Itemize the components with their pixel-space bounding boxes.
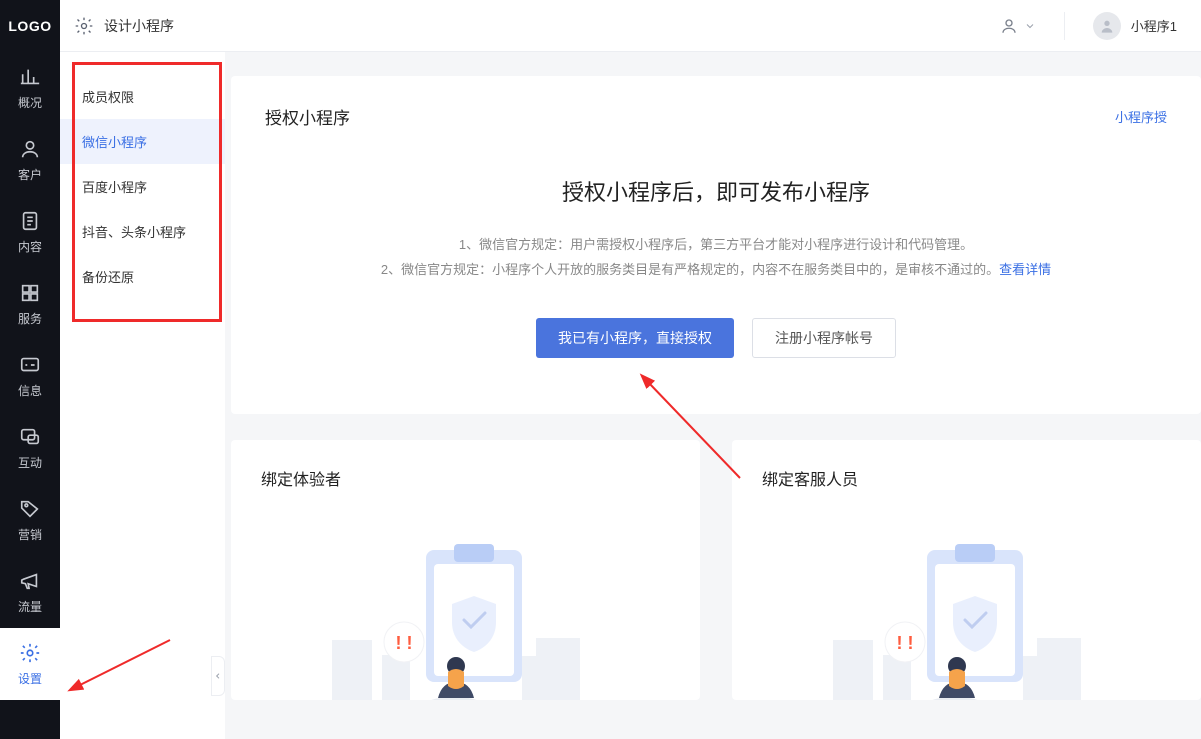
design-link[interactable]: 设计小程序 xyxy=(104,16,174,36)
rail-item-interact[interactable]: 互动 xyxy=(0,412,60,484)
submenu-item-baidu[interactable]: 百度小程序 xyxy=(60,164,225,209)
avatar xyxy=(1093,12,1121,40)
tag-icon xyxy=(19,498,41,520)
rail-item-traffic[interactable]: 流量 xyxy=(0,556,60,628)
rail-label: 信息 xyxy=(18,382,42,399)
rail-label: 概况 xyxy=(18,94,42,111)
bind-support-title: 绑定客服人员 xyxy=(762,466,1171,490)
rail-label: 设置 xyxy=(18,670,42,687)
rail-label: 客户 xyxy=(18,166,42,183)
rule-line-2: 2、微信官方规定：小程序个人开放的服务类目是有严格规定的，内容不在服务类目中的，… xyxy=(265,258,1167,283)
rail-label: 营销 xyxy=(18,526,42,543)
submenu-item-backup[interactable]: 备份还原 xyxy=(60,254,225,299)
person-icon xyxy=(1000,17,1018,35)
page-title: 授权小程序 xyxy=(265,104,350,129)
rail-label: 流量 xyxy=(18,598,42,615)
illustration: ! ! xyxy=(231,520,700,700)
rail-item-marketing[interactable]: 营销 xyxy=(0,484,60,556)
rule-line-1: 1、微信官方规定：用户需授权小程序后，第三方平台才能对小程序进行设计和代码管理。 xyxy=(265,233,1167,258)
main-area: 授权小程序 小程序授 授权小程序后，即可发布小程序 1、微信官方规定：用户需授权… xyxy=(225,52,1201,739)
chart-icon xyxy=(19,66,41,88)
app-gear-icon xyxy=(74,16,94,36)
gear-icon xyxy=(19,642,41,664)
hero-title: 授权小程序后，即可发布小程序 xyxy=(265,175,1167,207)
rules-text: 1、微信官方规定：用户需授权小程序后，第三方平台才能对小程序进行设计和代码管理。… xyxy=(265,233,1167,282)
settings-submenu: 成员权限 微信小程序 百度小程序 抖音、头条小程序 备份还原 xyxy=(60,52,225,739)
collapse-sidebar-button[interactable] xyxy=(211,656,225,696)
interact-icon xyxy=(19,426,41,448)
chevron-left-icon xyxy=(214,671,222,681)
avatar-icon xyxy=(1099,18,1115,34)
rail-item-overview[interactable]: 概况 xyxy=(0,52,60,124)
user-dropdown[interactable] xyxy=(1000,17,1036,35)
left-rail: LOGO 概况 客户 内容 服务 信息 互动 营销 流量 设置 xyxy=(0,0,60,739)
submenu-item-wechat[interactable]: 微信小程序 xyxy=(60,119,225,164)
bind-support-card: 绑定客服人员 ! ! xyxy=(732,440,1201,700)
chevron-down-icon xyxy=(1024,20,1036,32)
bind-tester-title: 绑定体验者 xyxy=(261,466,670,490)
rail-item-customer[interactable]: 客户 xyxy=(0,124,60,196)
user-icon xyxy=(19,138,41,160)
svg-text:! !: ! ! xyxy=(395,633,412,653)
svg-text:! !: ! ! xyxy=(896,633,913,653)
rail-label: 内容 xyxy=(18,238,42,255)
current-user[interactable]: 小程序1 xyxy=(1093,12,1177,40)
authorize-card: 授权小程序 小程序授 授权小程序后，即可发布小程序 1、微信官方规定：用户需授权… xyxy=(231,76,1201,414)
grid-icon xyxy=(19,282,41,304)
register-button[interactable]: 注册小程序帐号 xyxy=(752,318,896,358)
document-icon xyxy=(19,210,41,232)
submenu-item-douyin[interactable]: 抖音、头条小程序 xyxy=(60,209,225,254)
user-name: 小程序1 xyxy=(1131,16,1177,35)
megaphone-icon xyxy=(19,570,41,592)
topbar: 设计小程序 小程序1 xyxy=(60,0,1201,52)
rail-item-content[interactable]: 内容 xyxy=(0,196,60,268)
divider xyxy=(1064,12,1065,40)
rail-item-settings[interactable]: 设置 xyxy=(0,628,60,700)
illustration: ! ! xyxy=(732,520,1201,700)
rail-item-service[interactable]: 服务 xyxy=(0,268,60,340)
submenu-item-permissions[interactable]: 成员权限 xyxy=(60,74,225,119)
message-icon xyxy=(19,354,41,376)
view-details-link[interactable]: 查看详情 xyxy=(999,262,1051,277)
rail-label: 互动 xyxy=(18,454,42,471)
logo: LOGO xyxy=(0,0,60,52)
right-link[interactable]: 小程序授 xyxy=(1115,107,1167,126)
authorize-button[interactable]: 我已有小程序，直接授权 xyxy=(536,318,734,358)
bind-tester-card: 绑定体验者 ! ! xyxy=(231,440,700,700)
rail-item-message[interactable]: 信息 xyxy=(0,340,60,412)
rail-label: 服务 xyxy=(18,310,42,327)
